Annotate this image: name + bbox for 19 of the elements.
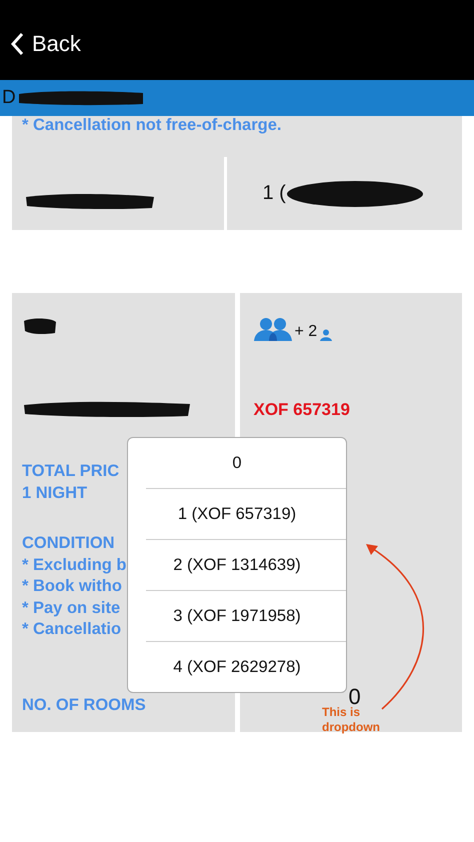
dropdown-option[interactable]: 3 (XOF 1971958) [146,590,346,641]
cancellation-note: * Cancellation not free-of-charge. [21,116,282,135]
field-label: CONDITION * Excluding b * Book witho * Pay on site * Cancellatio [22,533,127,640]
back-chevron-icon [10,32,24,56]
field-label: TOTAL PRIC 1 NIGHT [22,461,120,504]
people-icon [254,317,292,341]
extra-guests-count: + 2 [294,323,318,341]
price-value: XOF 657319 [254,400,350,420]
room-count-value: 1 ( [262,182,286,205]
dropdown-option[interactable]: 2 (XOF 1314639) [146,539,346,590]
rooms-dropdown[interactable]: 0 [348,687,361,707]
back-button[interactable]: Back [10,31,81,57]
person-icon [320,329,332,341]
dropdown-option[interactable]: 1 (XOF 657319) [146,488,346,539]
section-title: D [2,87,16,109]
field-label: NO. OF ROOMS [22,695,146,716]
dropdown-option[interactable]: 0 [128,438,346,488]
dropdown-option[interactable]: 4 (XOF 2629278) [146,641,346,692]
annotation-text: This is dropdown [322,705,381,735]
